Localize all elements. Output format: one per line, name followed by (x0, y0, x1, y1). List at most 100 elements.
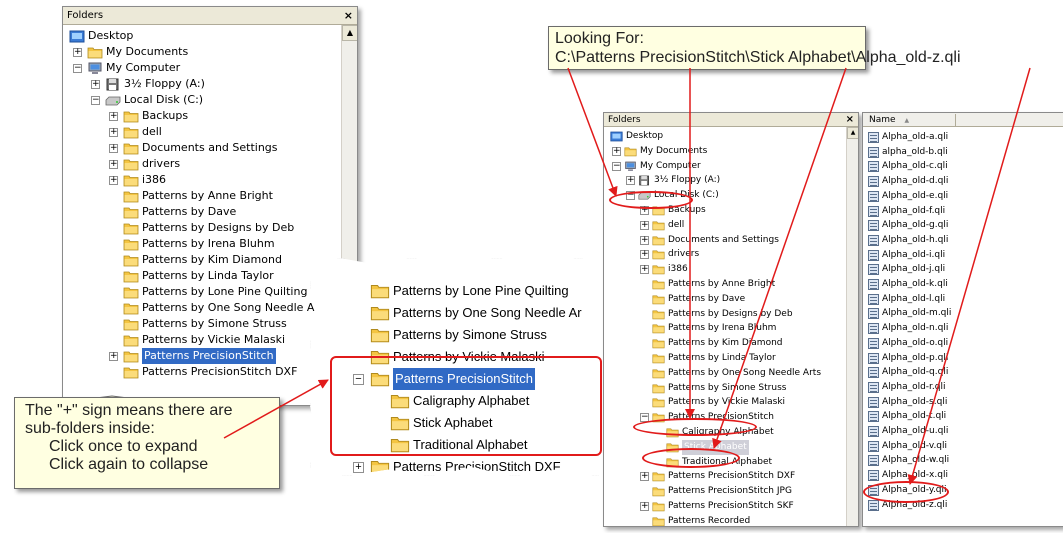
tree-row[interactable]: − My Computer (63, 60, 339, 76)
tree-row[interactable]: Patterns by Designs by Deb (63, 220, 339, 236)
file-row[interactable]: Alpha_old-f.qli (863, 204, 1063, 218)
file-row[interactable]: Alpha_old-u.qli (863, 424, 1063, 438)
tree-row[interactable]: +3½ Floppy (A:) (604, 173, 844, 188)
tree-row[interactable]: Patterns by Designs by Deb (604, 307, 844, 322)
tree-row[interactable]: + Documents and Settings (63, 140, 339, 156)
tree-row[interactable]: + Patterns PrecisionStitch DXF (310, 456, 610, 476)
expand-icon[interactable]: + (640, 472, 649, 482)
tree-row[interactable]: Patterns by Linda Taylor (63, 268, 339, 284)
tree-row[interactable]: + i386 (604, 262, 844, 277)
file-list-header[interactable]: Name ▲ (863, 113, 1063, 127)
expand-icon[interactable]: + (109, 112, 118, 121)
file-row[interactable]: Alpha_old-a.qli (863, 130, 1063, 144)
file-row[interactable]: Alpha_old-h.qli (863, 233, 1063, 247)
expand-icon[interactable]: + (640, 265, 649, 275)
tree-row[interactable]: Desktop (604, 129, 844, 144)
tree-row[interactable]: Patterns by One Song Needle Arts (63, 300, 339, 316)
expand-icon[interactable]: + (91, 80, 100, 89)
tree-row[interactable]: Patterns by One Song Needle Ar (310, 302, 610, 324)
tree-row[interactable]: + dell (604, 218, 844, 233)
expand-icon[interactable]: + (353, 462, 364, 473)
file-row[interactable]: Alpha_old-c.qli (863, 159, 1063, 173)
tree-row[interactable]: Desktop (63, 28, 339, 44)
expand-icon[interactable]: + (109, 176, 118, 185)
expand-icon[interactable]: + (612, 146, 621, 156)
tree-row[interactable]: Patterns by Simone Struss (604, 381, 844, 396)
tree-row[interactable]: Patterns by Irena Bluhm (604, 321, 844, 336)
tree-row[interactable]: − My Computer (604, 159, 844, 174)
tree-row[interactable]: Patterns by Anne Bright (604, 277, 844, 292)
tree-row[interactable]: + Patterns PrecisionStitch (63, 348, 339, 364)
file-row[interactable]: Alpha_old-t.qli (863, 409, 1063, 423)
tree-row[interactable]: Patterns by Kim Diamond (63, 252, 339, 268)
tree-row[interactable]: Patterns by One Song Needle Arts (604, 366, 844, 381)
tree-row[interactable]: Patterns by Dave (63, 204, 339, 220)
column-divider[interactable] (955, 114, 956, 126)
tree-row[interactable]: Patterns by Lone Pine Quilting (310, 280, 610, 302)
tree-row[interactable]: Patterns by Vickie Malaski (604, 395, 844, 410)
file-row[interactable]: Alpha_old-s.qli (863, 395, 1063, 409)
collapse-icon[interactable]: − (612, 161, 621, 171)
tree-row[interactable]: Patterns Recorded (604, 514, 844, 526)
tree-row[interactable]: + My Documents (604, 144, 844, 159)
expand-icon[interactable]: + (73, 48, 82, 57)
expand-icon[interactable]: + (109, 144, 118, 153)
tree-row[interactable]: Patterns by Simone Struss (63, 316, 339, 332)
expand-icon[interactable]: + (640, 502, 649, 511)
tree-row[interactable]: Patterns by Anne Bright (63, 188, 339, 204)
tree-row[interactable]: + dell (63, 124, 339, 140)
tree-row[interactable]: + drivers (63, 156, 339, 172)
tree-row[interactable]: + Backups (63, 108, 339, 124)
right-scrollbar[interactable]: ▲ (846, 127, 858, 526)
file-row[interactable]: Alpha_old-d.qli (863, 174, 1063, 188)
tree-row[interactable]: Patterns by Irena Bluhm (63, 236, 339, 252)
file-row[interactable]: Alpha_old-n.qli (863, 321, 1063, 335)
file-row[interactable]: Alpha_old-k.qli (863, 277, 1063, 291)
file-row[interactable]: Alpha_old-e.qli (863, 189, 1063, 203)
file-row[interactable]: Alpha_old-i.qli (863, 248, 1063, 262)
tree-row[interactable]: Patterns PrecisionStitch JPG (604, 484, 844, 499)
file-row[interactable]: Alpha_old-v.qli (863, 439, 1063, 453)
tree-row[interactable]: Patterns by Simone Struss (310, 324, 610, 346)
file-row[interactable]: Alpha_old-g.qli (863, 218, 1063, 232)
collapse-icon[interactable]: − (91, 96, 100, 105)
tree-row[interactable]: + Documents and Settings (604, 233, 844, 248)
expand-icon[interactable]: + (109, 160, 118, 169)
file-row[interactable]: Alpha_old-j.qli (863, 262, 1063, 276)
file-row[interactable]: Alpha_old-w.qli (863, 453, 1063, 467)
tree-row[interactable]: + Patterns PrecisionStitch SKF (604, 499, 844, 514)
tree-row[interactable]: Patterns PrecisionStitch JPG (310, 478, 610, 500)
collapse-icon[interactable]: − (73, 64, 82, 73)
expand-icon[interactable]: + (109, 352, 118, 361)
tree-row[interactable]: Patterns by Kim Diamond (604, 336, 844, 351)
tree-row[interactable]: Patterns by Linda Taylor (604, 351, 844, 366)
tree-row[interactable]: + Patterns PrecisionStitch DXF (604, 469, 844, 484)
file-row[interactable]: Alpha_old-l.qli (863, 292, 1063, 306)
expand-icon[interactable]: + (626, 176, 635, 186)
tree-row[interactable]: − Local Disk (C:) (63, 92, 339, 108)
tree-row[interactable]: Patterns PrecisionStitch DXF (63, 364, 339, 380)
name-column-header[interactable]: Name (869, 115, 896, 125)
tree-row[interactable]: +3½ Floppy (A:) (63, 76, 339, 92)
tree-row[interactable]: Patterns by Lone Pine Quilting (63, 284, 339, 300)
expand-icon[interactable]: + (640, 220, 649, 230)
scroll-up-arrow-icon[interactable]: ▲ (342, 25, 357, 41)
close-icon[interactable]: × (846, 113, 854, 127)
expand-icon[interactable]: + (640, 235, 649, 245)
tree-row[interactable]: + drivers (604, 247, 844, 262)
scroll-up-arrow-icon[interactable]: ▲ (847, 127, 858, 139)
file-row[interactable]: Alpha_old-q.qli (863, 365, 1063, 379)
file-row[interactable]: alpha_old-b.qli (863, 145, 1063, 159)
file-row[interactable]: Alpha_old-x.qli (863, 468, 1063, 482)
tree-row[interactable]: Patterns by Dave (604, 292, 844, 307)
expand-icon[interactable]: + (109, 128, 118, 137)
file-row[interactable]: Alpha_old-o.qli (863, 336, 1063, 350)
expand-icon[interactable]: + (640, 250, 649, 260)
file-row[interactable]: Alpha_old-r.qli (863, 380, 1063, 394)
file-row[interactable]: Alpha_old-m.qli (863, 306, 1063, 320)
close-icon[interactable]: × (344, 7, 353, 25)
tree-row[interactable]: + i386 (63, 172, 339, 188)
tree-row[interactable]: Patterns by Vickie Malaski (63, 332, 339, 348)
tree-row[interactable]: + My Documents (63, 44, 339, 60)
file-row[interactable]: Alpha_old-p.qli (863, 351, 1063, 365)
